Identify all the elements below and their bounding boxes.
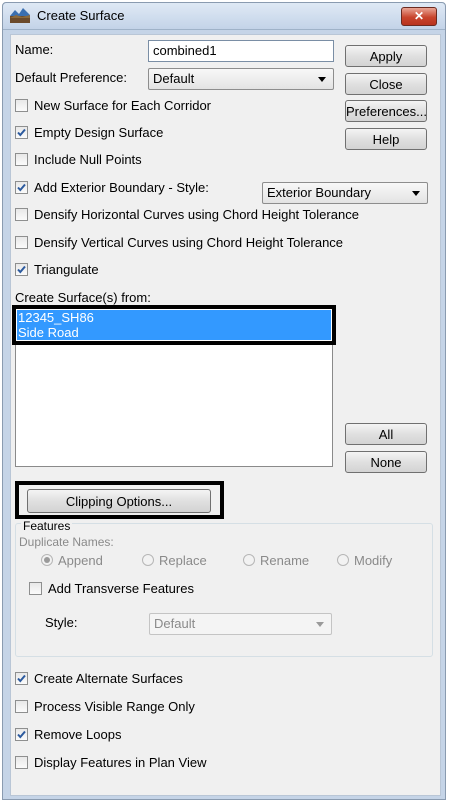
- preferences-button[interactable]: Preferences...: [345, 100, 427, 122]
- dialog-body: Name: combined1 Apply Default Preference…: [10, 34, 441, 796]
- checkmark-icon: [17, 183, 26, 192]
- apply-button[interactable]: Apply: [345, 45, 427, 67]
- include-null-points-label: Include Null Points: [34, 152, 142, 167]
- default-preference-select[interactable]: Default: [148, 68, 334, 90]
- feature-style-select: Default: [149, 613, 332, 635]
- radio-circle: [337, 554, 349, 566]
- chevron-down-icon: [318, 77, 326, 82]
- checkbox-box: [15, 700, 28, 713]
- radio-circle: [142, 554, 154, 566]
- all-button[interactable]: All: [345, 423, 427, 445]
- process-visible-range-label: Process Visible Range Only: [34, 699, 195, 714]
- empty-design-surface-label: Empty Design Surface: [34, 125, 164, 140]
- checkbox-box: [15, 99, 28, 112]
- dialog-window: Create Surface ✕ Name: combined1 Apply D…: [2, 2, 446, 800]
- create-alternate-surfaces-label: Create Alternate Surfaces: [34, 671, 183, 686]
- default-preference-value: Default: [153, 71, 195, 86]
- style-label: Style:: [45, 615, 78, 630]
- exterior-boundary-style-select[interactable]: Exterior Boundary: [262, 182, 428, 204]
- checkbox-box: [15, 672, 28, 685]
- none-button[interactable]: None: [345, 451, 427, 473]
- triangulate-label: Triangulate: [34, 262, 99, 277]
- new-surface-label: New Surface for Each Corridor: [34, 98, 212, 113]
- checkmark-icon: [17, 265, 26, 274]
- checkbox-box: [15, 153, 28, 166]
- densify-vertical-label: Densify Vertical Curves using Chord Heig…: [34, 235, 344, 250]
- checkmark-icon: [17, 128, 26, 137]
- close-icon: ✕: [413, 9, 425, 23]
- chevron-down-icon: [412, 191, 420, 196]
- close-button[interactable]: Close: [345, 73, 427, 95]
- checkmark-icon: [17, 730, 26, 739]
- checkbox-box: [15, 263, 28, 276]
- features-group-label: Features: [21, 519, 73, 533]
- title-bar[interactable]: Create Surface ✕: [3, 3, 445, 30]
- clipping-highlight-frame: [15, 481, 224, 519]
- add-transverse-features-label: Add Transverse Features: [48, 581, 194, 596]
- surface-app-icon: [10, 8, 30, 23]
- window-title: Create Surface: [37, 8, 125, 23]
- modify-label: Modify: [354, 553, 393, 568]
- name-input[interactable]: combined1: [148, 40, 334, 62]
- display-features-plan-view-label: Display Features in Plan View: [34, 755, 207, 770]
- rename-label: Rename: [260, 553, 310, 568]
- checkmark-icon: [17, 674, 26, 683]
- checkbox-box: [29, 582, 42, 595]
- create-surfaces-from-label: Create Surface(s) from:: [15, 290, 151, 305]
- duplicate-names-label: Duplicate Names:: [19, 535, 114, 549]
- checkbox-box: [15, 208, 28, 221]
- exterior-boundary-style-value: Exterior Boundary: [267, 185, 372, 200]
- checkbox-box: [15, 181, 28, 194]
- append-label: Append: [58, 553, 103, 568]
- feature-style-value: Default: [154, 616, 196, 631]
- replace-label: Replace: [159, 553, 207, 568]
- checkbox-box: [15, 236, 28, 249]
- radio-circle: [243, 554, 255, 566]
- name-label: Name:: [15, 42, 54, 57]
- chevron-down-icon: [316, 622, 324, 627]
- densify-horizontal-label: Densify Horizontal Curves using Chord He…: [34, 207, 359, 222]
- checkbox-box: [15, 756, 28, 769]
- selection-highlight-frame: [12, 305, 336, 345]
- remove-loops-label: Remove Loops: [34, 727, 122, 742]
- checkbox-box: [15, 126, 28, 139]
- radio-circle: [41, 554, 53, 566]
- close-window-button[interactable]: ✕: [401, 7, 437, 26]
- default-preference-label: Default Preference:: [15, 70, 128, 85]
- add-exterior-boundary-label: Add Exterior Boundary - Style:: [34, 180, 209, 195]
- checkbox-box: [15, 728, 28, 741]
- help-button[interactable]: Help: [345, 128, 427, 150]
